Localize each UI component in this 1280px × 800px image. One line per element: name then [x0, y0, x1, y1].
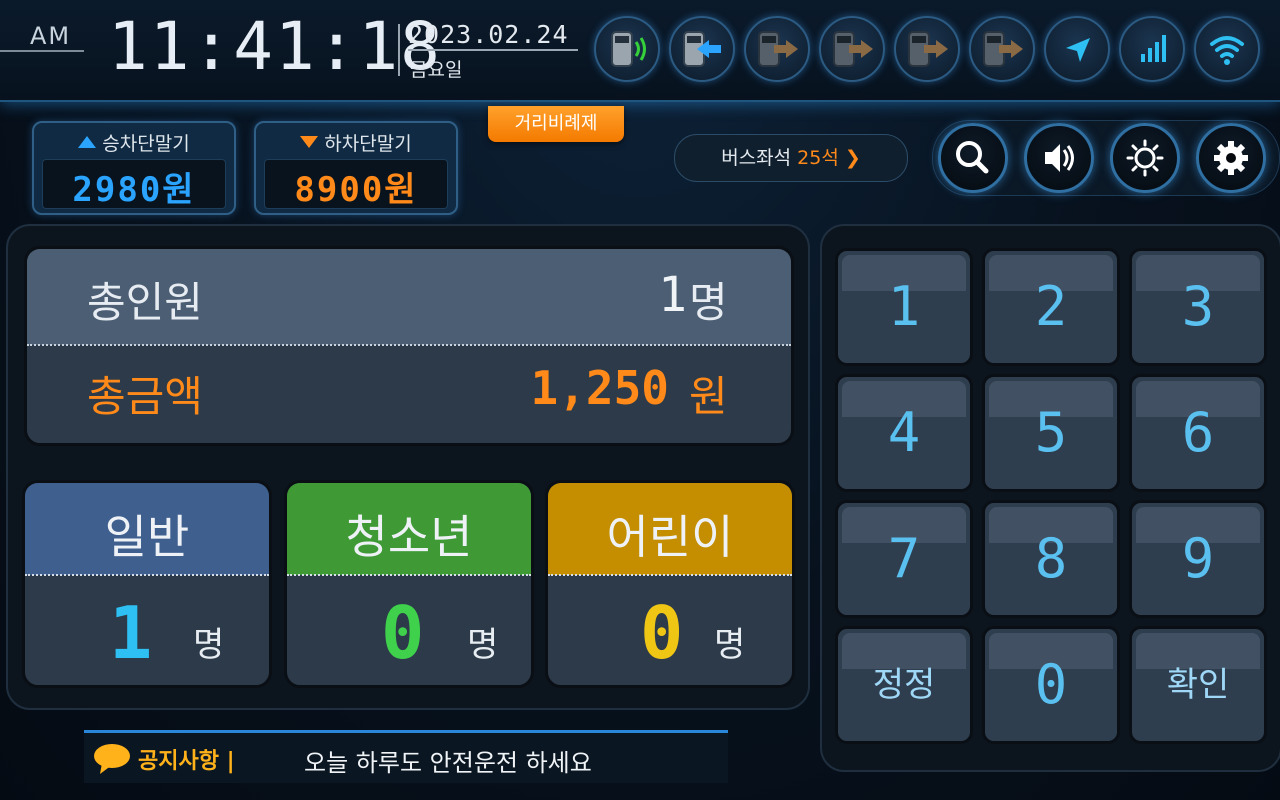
search-button[interactable]	[938, 123, 1008, 193]
total-amount-value: 1,250	[530, 361, 669, 415]
total-amount-label: 총금액	[87, 372, 203, 421]
gps-icon	[1044, 16, 1110, 82]
keypad-key-3[interactable]: 3	[1129, 248, 1267, 366]
boarding-terminal-fare: 승차단말기 2980원	[32, 121, 236, 215]
settings-button[interactable]	[1196, 123, 1266, 193]
passenger-general-card[interactable]: 일반 1 명	[22, 480, 272, 688]
card-reader-tap-icon	[594, 16, 660, 82]
bus-seats-button[interactable]: 버스좌석 25석 ❯	[674, 134, 908, 182]
keypad-key-4[interactable]: 4	[835, 374, 973, 492]
wifi-icon	[1194, 16, 1260, 82]
total-people-value: 1	[658, 267, 687, 323]
terminal-outgoing-icon	[819, 16, 885, 82]
clock-time: 11:41:18	[108, 8, 442, 85]
bus-seats-value: 25석	[797, 147, 839, 169]
arrow-down-icon	[300, 136, 319, 148]
total-amount-unit: 원	[689, 372, 728, 421]
total-people-label: 총인원	[87, 278, 203, 327]
arrow-up-icon	[78, 136, 97, 148]
speech-bubble-icon	[94, 744, 130, 774]
passenger-count: 1	[109, 591, 153, 675]
keypad-correct-button[interactable]: 정정	[835, 626, 973, 744]
terminal-outgoing-icon	[744, 16, 810, 82]
keypad-key-6[interactable]: 6	[1129, 374, 1267, 492]
status-header: AM 11:41:18 2023.02.24 금요일	[0, 0, 1280, 102]
bus-seats-label: 버스좌석	[721, 147, 792, 169]
notice-bar: 공지사항 | 오늘 하루도 안전운전 하세요	[84, 730, 728, 783]
chevron-right-icon: ❯	[844, 147, 861, 169]
totals-box: 총인원 1 명 총금액 1,250 원	[24, 246, 794, 446]
keypad-key-2[interactable]: 2	[982, 248, 1120, 366]
passenger-count: 0	[381, 591, 425, 675]
weekday-text: 금요일	[410, 59, 463, 81]
brightness-icon	[1126, 139, 1164, 177]
terminal-outgoing-icon	[969, 16, 1035, 82]
terminal-incoming-icon	[669, 16, 735, 82]
passenger-type-label: 청소년	[345, 510, 473, 564]
boarding-fare-amount: 2980원	[72, 170, 196, 210]
keypad-key-5[interactable]: 5	[982, 374, 1120, 492]
boarding-terminal-label: 승차단말기	[102, 133, 190, 155]
date-underline	[408, 49, 578, 51]
alighting-fare-amount: 8900원	[294, 170, 418, 210]
passenger-unit: 명	[467, 625, 499, 665]
keypad-confirm-button[interactable]: 확인	[1129, 626, 1267, 744]
keypad-key-1[interactable]: 1	[835, 248, 973, 366]
alighting-terminal-label: 하차단말기	[324, 133, 412, 155]
settings-gear-icon	[1214, 141, 1248, 175]
alighting-terminal-fare: 하차단말기 8900원	[254, 121, 458, 215]
volume-icon	[1045, 144, 1074, 172]
notice-message: 오늘 하루도 안전운전 하세요	[304, 749, 592, 777]
search-icon	[956, 141, 989, 174]
terminal-outgoing-icon	[894, 16, 960, 82]
keypad-key-9[interactable]: 9	[1129, 500, 1267, 618]
ampm-underline	[0, 50, 84, 52]
date-separator	[398, 24, 400, 76]
notice-title: 공지사항 |	[138, 749, 235, 774]
passenger-unit: 명	[193, 625, 225, 665]
passenger-unit: 명	[714, 625, 746, 665]
volume-button[interactable]	[1024, 123, 1094, 193]
passenger-youth-card[interactable]: 청소년 0 명	[284, 480, 534, 688]
passenger-child-card[interactable]: 어린이 0 명	[545, 480, 795, 688]
brightness-button[interactable]	[1110, 123, 1180, 193]
date-text: 2023.02.24	[408, 20, 569, 49]
keypad-key-8[interactable]: 8	[982, 500, 1120, 618]
signal-bars-icon	[1119, 16, 1185, 82]
passenger-type-label: 일반	[104, 510, 190, 564]
ampm-indicator: AM	[30, 22, 72, 50]
keypad-key-0[interactable]: 0	[982, 626, 1120, 744]
passenger-type-label: 어린이	[606, 510, 734, 564]
passenger-count: 0	[640, 591, 684, 675]
distance-fare-tag: 거리비례제	[488, 106, 624, 142]
total-people-unit: 명	[689, 278, 728, 327]
keypad-key-7[interactable]: 7	[835, 500, 973, 618]
